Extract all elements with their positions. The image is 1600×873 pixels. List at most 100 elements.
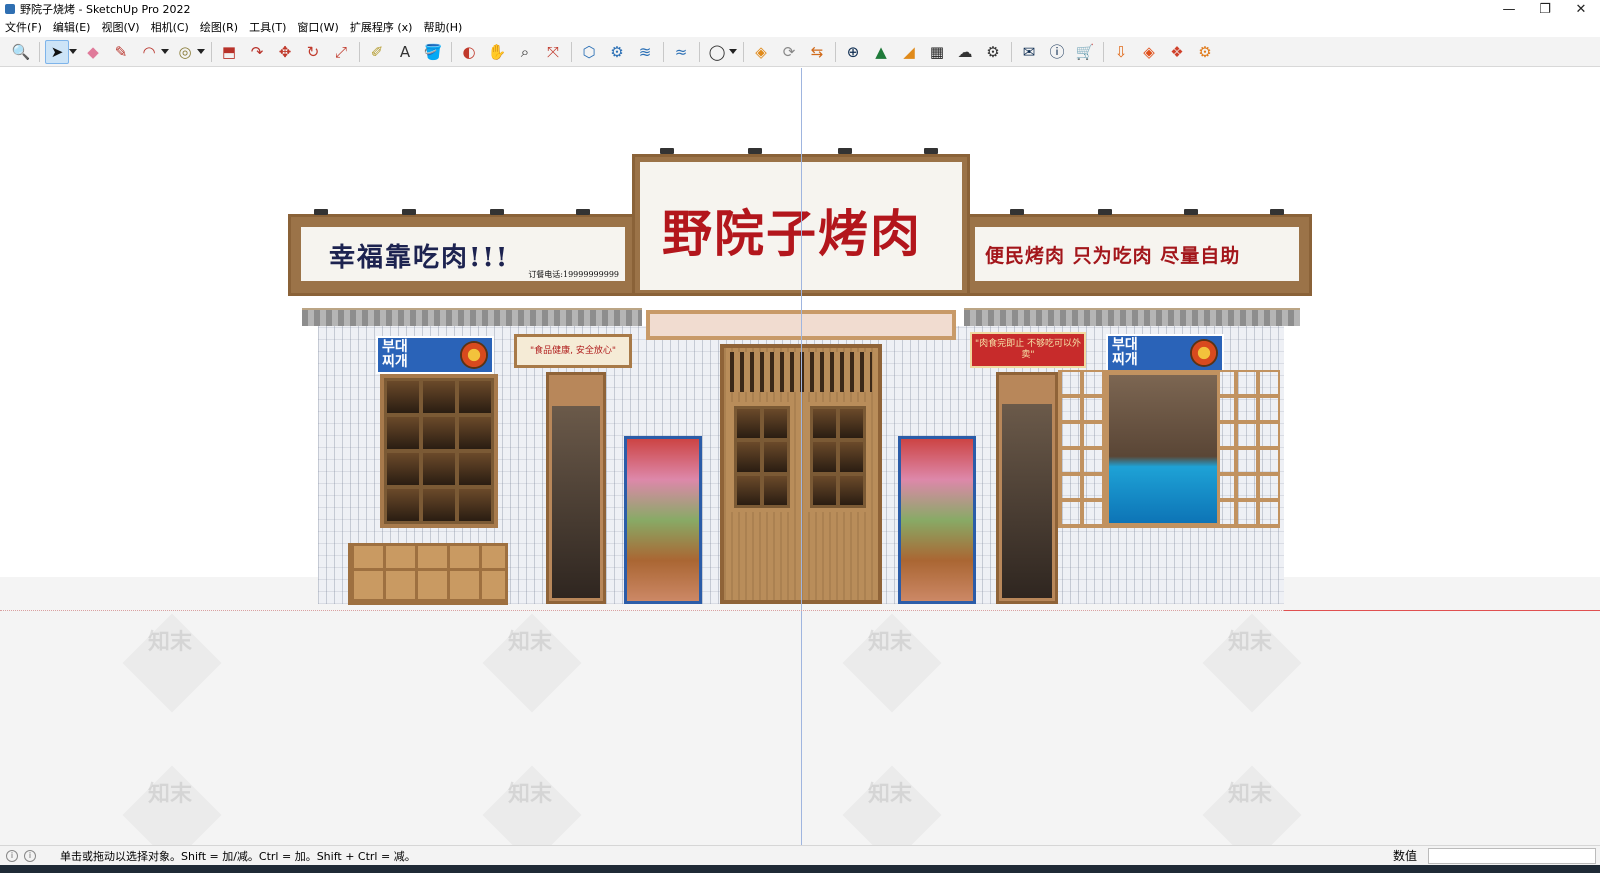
sign-lamp	[838, 148, 852, 154]
zoom-extents-icon[interactable]: ⤧	[541, 40, 565, 64]
cart-icon[interactable]: 🛒	[1073, 40, 1097, 64]
checker-icon[interactable]: ▦	[925, 40, 949, 64]
status-bar: i i 单击或拖动以选择对象。Shift = 加/减。Ctrl = 加。Shif…	[0, 845, 1600, 865]
model-viewport[interactable]: 知末 知末 知末 知末 知末 知末 知末 知末 幸福靠吃肉!!! 订餐电话:19…	[0, 68, 1600, 845]
sign-lamp	[924, 148, 938, 154]
gear-orange-icon[interactable]: ⚙	[1193, 40, 1217, 64]
tape-measure-icon[interactable]: ✐	[365, 40, 389, 64]
zoom-icon[interactable]: 🔍	[9, 40, 33, 64]
main-sign-title: 野院子烤肉	[662, 204, 922, 263]
info-icon[interactable]: ⓘ	[1045, 40, 1069, 64]
menu-item[interactable]: 工具(T)	[249, 19, 286, 35]
menu-item[interactable]: 文件(F)	[5, 19, 42, 35]
close-button[interactable]: ✕	[1563, 0, 1599, 18]
toolbar-separator	[359, 42, 360, 62]
text-icon[interactable]: A	[393, 40, 417, 64]
dropdown-caret-icon[interactable]	[161, 49, 169, 54]
stew-bowl-icon	[460, 341, 488, 369]
center-door-window-right	[806, 402, 870, 512]
menu-item[interactable]: 编辑(E)	[53, 19, 91, 35]
minimize-button[interactable]: —	[1491, 0, 1527, 18]
sign-lamp	[1270, 209, 1284, 215]
korean-badge-text: 부대 찌개	[1112, 337, 1138, 368]
cube-icon[interactable]: ❖	[1165, 40, 1189, 64]
sign-lamp	[1098, 209, 1112, 215]
right-doorway-interior	[1002, 404, 1052, 598]
select-icon[interactable]: ➤	[45, 40, 69, 64]
refresh-icon[interactable]: ⟳	[777, 40, 801, 64]
sign-lamp	[660, 148, 674, 154]
credits-icon[interactable]: i	[24, 849, 36, 862]
right-small-sign: "肉食完即止 不够吃可以外卖"	[970, 332, 1086, 368]
storefront-model[interactable]: 幸福靠吃肉!!! 订餐电话:19999999999 便民烤肉 只为吃肉 尽量自助	[0, 68, 1600, 845]
toolbar-separator	[835, 42, 836, 62]
sign-lamp	[402, 209, 416, 215]
menu-item[interactable]: 视图(V)	[101, 19, 139, 35]
zoom-tool-icon[interactable]: ⌕	[513, 40, 537, 64]
swap-icon[interactable]: ⇆	[805, 40, 829, 64]
toolbar-separator	[1103, 42, 1104, 62]
menu-item[interactable]: 相机(C)	[151, 19, 189, 35]
menu-bar: 文件(F) 编辑(E) 视图(V) 相机(C) 绘图(R) 工具(T) 窗口(W) 扩展程序 …	[0, 18, 473, 36]
pencil-icon[interactable]: ✎	[109, 40, 133, 64]
measurements-input[interactable]	[1428, 848, 1596, 864]
pan-icon[interactable]: ✋	[485, 40, 509, 64]
sign-lamp	[748, 148, 762, 154]
add-icon[interactable]: ⊕	[841, 40, 865, 64]
wooden-crate	[348, 543, 508, 605]
left-window	[380, 374, 498, 528]
sign-lamp	[1010, 209, 1024, 215]
warehouse-icon[interactable]: ⬡	[577, 40, 601, 64]
rotate-icon[interactable]: ↻	[301, 40, 325, 64]
toolbar-separator	[699, 42, 700, 62]
download-icon[interactable]: ⇩	[1109, 40, 1133, 64]
eraser-icon[interactable]: ◆	[81, 40, 105, 64]
mail-icon[interactable]: ✉	[1017, 40, 1041, 64]
gears-icon[interactable]: ⚙	[981, 40, 1005, 64]
os-taskbar	[0, 865, 1600, 873]
title-bar: 野院子烧烤 - SketchUp Pro 2022 — ❐ ✕	[0, 0, 1600, 18]
window-title: 野院子烧烤 - SketchUp Pro 2022	[20, 3, 191, 16]
dropdown-caret-icon[interactable]	[729, 49, 737, 54]
menu-item[interactable]: 扩展程序 (x)	[350, 19, 413, 35]
plugin-1-icon[interactable]: ◈	[749, 40, 773, 64]
toolbar-separator	[1011, 42, 1012, 62]
toolbar-separator	[571, 42, 572, 62]
cloud-upload-icon[interactable]: ☁	[953, 40, 977, 64]
extension-warehouse-icon[interactable]: ⚙	[605, 40, 629, 64]
geo-location-icon[interactable]: i	[6, 849, 18, 862]
menu-item[interactable]: 帮助(H)	[423, 19, 462, 35]
right-signboard: 便民烤肉 只为吃肉 尽量自助	[962, 214, 1312, 296]
layout-icon[interactable]: ≋	[633, 40, 657, 64]
dropdown-caret-icon[interactable]	[69, 49, 77, 54]
sign-lamp	[1184, 209, 1198, 215]
menu-item[interactable]: 窗口(W)	[297, 19, 338, 35]
maximize-button[interactable]: ❐	[1527, 0, 1563, 18]
shape-icon[interactable]: ◎	[173, 40, 197, 64]
aquarium-window	[1106, 372, 1220, 526]
follow-me-icon[interactable]: ↷	[245, 40, 269, 64]
orbit-icon[interactable]: ◐	[457, 40, 481, 64]
red-axis-solid	[1284, 610, 1600, 611]
user-account-icon[interactable]: ◯	[705, 40, 729, 64]
menu-item[interactable]: 绘图(R)	[200, 19, 238, 35]
scale-icon[interactable]: ⤢	[329, 40, 353, 64]
left-sign-phone: 订餐电话:19999999999	[528, 270, 619, 279]
toolbar-separator	[39, 42, 40, 62]
stack-icon[interactable]: ◈	[1137, 40, 1161, 64]
arc-icon[interactable]: ◠	[137, 40, 161, 64]
push-pull-icon[interactable]: ⬒	[217, 40, 241, 64]
paint-bucket-icon[interactable]: 🪣	[421, 40, 445, 64]
center-door-window-left	[730, 402, 794, 512]
sandbox-icon[interactable]: ≈	[669, 40, 693, 64]
toolbar-separator	[451, 42, 452, 62]
korean-badge-right: 부대 찌개	[1106, 334, 1224, 372]
toolbar-separator	[663, 42, 664, 62]
tree-icon[interactable]: ▲	[869, 40, 893, 64]
stairs-icon[interactable]: ◢	[897, 40, 921, 64]
right-poster	[898, 436, 976, 604]
right-sign-panel: 便民烤肉 只为吃肉 尽量自助	[975, 227, 1299, 281]
dropdown-caret-icon[interactable]	[197, 49, 205, 54]
left-doorway-interior	[552, 406, 600, 598]
move-icon[interactable]: ✥	[273, 40, 297, 64]
